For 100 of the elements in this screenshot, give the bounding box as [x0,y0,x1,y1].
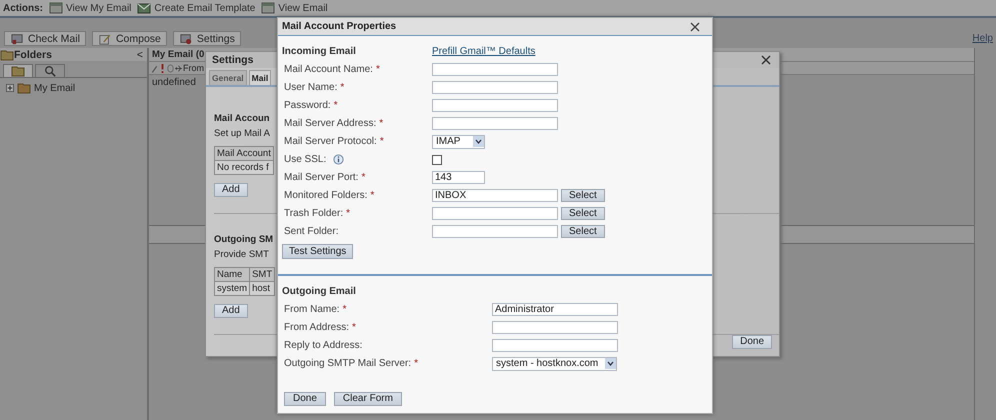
close-icon[interactable] [761,55,771,65]
field-label: Password: [284,100,331,111]
checkbox[interactable] [432,154,442,164]
section-heading: Outgoing SM [214,234,274,245]
window-icon [49,2,63,14]
info-icon[interactable] [333,154,344,165]
dropdown[interactable]: IMAP [432,134,485,148]
panel-tab[interactable] [3,64,33,77]
section-heading: Mail Accoun [214,113,270,124]
priority-icon [159,64,166,72]
input-field[interactable] [432,117,558,130]
prefill-link[interactable]: Prefill Gmail™ Defaults [432,46,536,57]
field-label: Mail Server Address: [284,118,376,129]
action-link[interactable]: Create Email Template [137,2,256,14]
dialog-tab[interactable]: Mail [248,70,272,85]
field-label: Outgoing SMTP Mail Server: [284,358,412,369]
required-mark: * [334,100,338,111]
field-label: From Address: [284,322,350,333]
toolbar-button[interactable]: Check Mail [4,31,86,46]
required-mark: * [361,172,366,183]
required-mark: * [380,136,384,147]
column-header: Mail Account [214,146,274,160]
field-label: Trash Folder: [284,208,344,219]
section-heading: Incoming Email [282,45,357,59]
test-settings-button[interactable]: Test Settings [282,244,354,259]
select-button[interactable]: Select [561,207,605,220]
field-label: User Name: [284,82,338,93]
window-icon [261,2,276,14]
dialog-title: Settings [212,54,254,66]
expander-icon[interactable] [6,84,14,92]
pencil-icon [151,64,158,72]
input-field[interactable] [492,321,618,334]
caret-icon [605,358,616,369]
add-button[interactable]: Add [214,304,248,318]
table-cell-text: undefined [151,76,197,90]
required-mark: * [346,208,350,219]
collapse-button[interactable]: < [136,48,143,60]
column-header: Name [214,268,250,282]
field-label: From Name: [284,304,340,315]
dropdown[interactable]: system - hostknox.com [492,356,617,370]
pencil-paper-icon [98,32,112,44]
plane-icon [175,64,182,72]
field-label: Use SSL: [284,154,326,165]
panel-title: My Email (0 [152,49,204,60]
input-field[interactable]: Administrator [492,303,618,316]
action-link[interactable]: View My Email [49,2,132,14]
search-icon [43,65,57,77]
required-mark: * [414,358,418,369]
column-header: SMT [250,268,275,282]
field-label: Reply to Address: [284,340,362,351]
input-field[interactable] [432,207,558,220]
dialog-title: Mail Account Properties [282,21,398,32]
required-mark: * [340,82,344,93]
actions-label: Actions: [3,2,43,14]
input-field[interactable] [432,99,558,112]
section-description: Provide SMT [214,249,269,260]
section-heading: Outgoing Email [282,285,357,299]
mailbox-icon [10,32,24,44]
table-cell: host [250,282,275,296]
field-label: Mail Server Port: [284,172,358,183]
select-button[interactable]: Select [561,225,605,238]
required-mark: * [342,304,346,315]
field-label: Sent Folder: [284,226,338,237]
envelope-icon [137,2,152,14]
input-field[interactable]: INBOX [432,189,558,202]
required-mark: * [376,64,380,75]
toolbar-button[interactable]: Compose [92,31,167,46]
input-field[interactable] [432,63,558,76]
table-cell: system [214,282,250,296]
required-mark: * [352,322,356,333]
field-label: Mail Server Protocol: [284,136,377,147]
toolbar-button[interactable]: Settings [172,31,241,46]
close-icon[interactable] [690,22,700,32]
input-field[interactable] [432,225,558,238]
input-field[interactable] [432,81,558,94]
field-label: Mail Account Name: [284,64,373,75]
tree-item[interactable]: My Email [0,78,147,94]
add-button[interactable]: Add [214,183,248,197]
form-button[interactable]: Clear Form [334,392,402,406]
settings-icon [178,32,193,44]
field-label: Monitored Folders: [284,190,368,201]
folder-icon [17,82,31,94]
required-mark: * [370,190,374,201]
panel-title: Folders [14,48,53,60]
tree-label: My Email [34,82,76,94]
select-button[interactable]: Select [561,189,605,202]
form-button[interactable]: Done [284,392,326,406]
required-mark: * [379,118,384,129]
input-field[interactable]: 143 [432,171,485,184]
folder-icon [11,65,25,77]
action-link[interactable]: View Email [261,2,328,14]
table-cell: No records f [214,160,274,174]
caret-icon [473,136,484,147]
done-button[interactable]: Done [732,335,772,349]
folder-icon [0,48,14,60]
attachment-icon [167,64,174,72]
panel-tab[interactable] [35,64,65,77]
input-field[interactable] [492,339,618,352]
column-header[interactable]: From [183,63,204,73]
dialog-tab[interactable]: General [209,70,247,85]
